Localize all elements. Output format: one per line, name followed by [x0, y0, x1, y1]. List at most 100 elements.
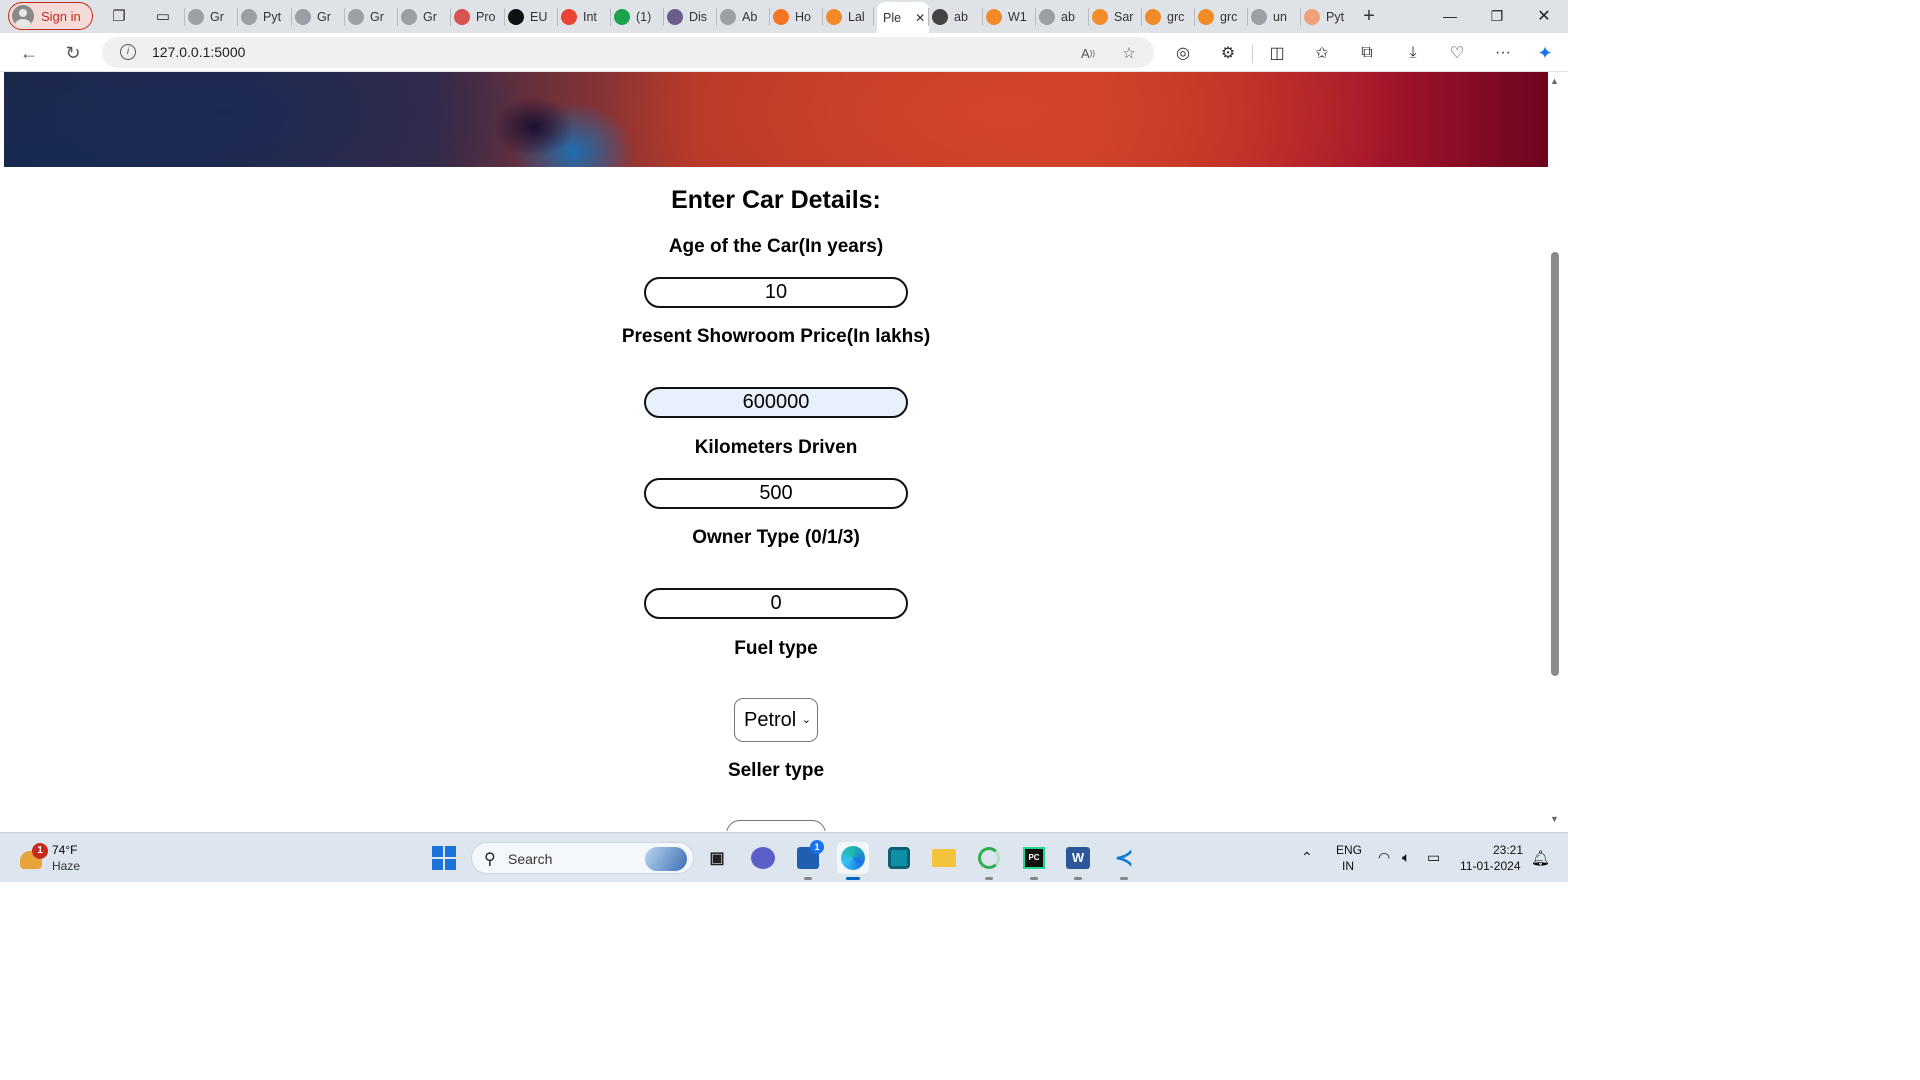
- browser-tab-active[interactable]: Ple ✕: [877, 2, 929, 33]
- fuel-type-select[interactable]: Petrol ⌄: [734, 698, 818, 742]
- browser-tab[interactable]: (1): [614, 4, 666, 30]
- address-bar[interactable]: i 127.0.0.1:5000 A)) ☆: [102, 37, 1154, 68]
- back-button[interactable]: ←: [16, 40, 42, 66]
- file-explorer-icon[interactable]: [928, 842, 960, 874]
- minimize-button[interactable]: —: [1427, 4, 1473, 28]
- edge-browser-icon[interactable]: [837, 842, 869, 880]
- sign-in-label: Sign in: [41, 8, 81, 24]
- url-text[interactable]: 127.0.0.1:5000: [152, 44, 245, 60]
- kilometers-input[interactable]: 500: [644, 478, 908, 509]
- clock-date[interactable]: 11-01-2024: [1460, 859, 1521, 873]
- taskbar-search-box[interactable]: ⚲ Search: [471, 842, 694, 874]
- tab-separator: [1194, 8, 1195, 26]
- weather-badge: 1: [32, 843, 48, 859]
- refresh-button[interactable]: ↻: [60, 40, 86, 66]
- price-label: Present Showroom Price(In lakhs): [621, 326, 931, 347]
- show-hidden-icons-chevron-icon[interactable]: ⌃: [1301, 849, 1313, 866]
- teams-chat-icon[interactable]: [747, 842, 779, 874]
- tab-actions-icon[interactable]: ▭: [152, 5, 174, 27]
- close-tab-icon[interactable]: ✕: [915, 11, 925, 25]
- downloads-icon[interactable]: ⤓: [1401, 41, 1425, 65]
- language-top[interactable]: ENG: [1336, 843, 1362, 857]
- site-info-icon[interactable]: i: [120, 44, 136, 60]
- browser-tab[interactable]: un: [1251, 4, 1303, 30]
- browser-tab[interactable]: ab: [932, 4, 985, 30]
- copilot-icon[interactable]: ✦: [1533, 41, 1557, 65]
- pycharm-icon[interactable]: PC: [1018, 842, 1050, 880]
- browser-tab[interactable]: W1: [986, 4, 1038, 30]
- browser-tab[interactable]: Pro: [454, 4, 506, 30]
- browser-tab[interactable]: grc: [1198, 4, 1250, 30]
- performance-icon[interactable]: ♡: [1445, 41, 1469, 65]
- language-bottom[interactable]: IN: [1342, 859, 1354, 873]
- loading-app-icon[interactable]: [973, 842, 1005, 880]
- toolbar-divider: [1252, 45, 1253, 63]
- split-screen-icon[interactable]: ◫: [1265, 41, 1289, 65]
- browser-tab[interactable]: Pyt: [1304, 4, 1350, 30]
- read-aloud-icon[interactable]: A)): [1077, 42, 1099, 64]
- browser-tab[interactable]: Dis: [667, 4, 719, 30]
- workspaces-icon[interactable]: ❐: [108, 5, 130, 27]
- age-input[interactable]: 10: [644, 277, 908, 308]
- battery-icon[interactable]: ▭: [1427, 849, 1440, 866]
- owner-type-input[interactable]: 0: [644, 588, 908, 619]
- tab-separator: [822, 8, 823, 26]
- search-icon: ⚲: [484, 851, 496, 868]
- start-button[interactable]: [428, 842, 460, 874]
- tab-favicon-icon: [295, 9, 311, 25]
- weather-widget[interactable]: 1 74°F Haze: [18, 841, 108, 875]
- tab-favicon-icon: [932, 9, 948, 25]
- tab-separator: [610, 8, 611, 26]
- scroll-up-arrow-icon[interactable]: ▲: [1550, 76, 1559, 86]
- sign-in-button[interactable]: Sign in: [8, 2, 93, 30]
- tab-favicon-icon: [1145, 9, 1161, 25]
- task-view-icon[interactable]: ▣: [701, 842, 733, 874]
- volume-icon[interactable]: 🔈︎: [1402, 849, 1410, 866]
- tab-separator: [184, 8, 185, 26]
- browser-tab[interactable]: ab: [1039, 4, 1091, 30]
- close-window-button[interactable]: ✕: [1521, 4, 1567, 28]
- new-tab-button[interactable]: +: [1358, 5, 1380, 27]
- tab-favicon-icon: [667, 9, 683, 25]
- browser-tab[interactable]: Gr: [188, 4, 240, 30]
- kilometers-label: Kilometers Driven: [694, 437, 858, 458]
- settings-more-icon[interactable]: ···: [1491, 41, 1515, 65]
- tab-favicon-icon: [773, 9, 789, 25]
- browser-tab[interactable]: Int: [561, 4, 613, 30]
- extensions-icon[interactable]: ⚙: [1216, 41, 1240, 65]
- browser-tab[interactable]: Gr: [295, 4, 347, 30]
- running-indicator: [804, 877, 812, 880]
- wifi-icon[interactable]: ◠: [1378, 849, 1390, 866]
- browser-tab[interactable]: Ho: [773, 4, 825, 30]
- tab-favicon-icon: [826, 9, 842, 25]
- browser-essentials-icon[interactable]: ◎: [1171, 41, 1195, 65]
- tab-favicon-icon: [720, 9, 736, 25]
- scroll-down-arrow-icon[interactable]: ▼: [1550, 814, 1559, 824]
- clock-time[interactable]: 23:21: [1493, 843, 1523, 857]
- restore-button[interactable]: ❐: [1474, 4, 1520, 28]
- tab-favicon-icon: [348, 9, 364, 25]
- page-scrollbar[interactable]: ▲ ▼: [1549, 72, 1568, 831]
- seller-type-select[interactable]: [726, 820, 826, 831]
- scrollbar-thumb[interactable]: [1551, 252, 1559, 676]
- vscode-icon[interactable]: ≺: [1108, 842, 1140, 880]
- favorite-star-icon[interactable]: ☆: [1118, 42, 1140, 64]
- cortana-app-icon[interactable]: [883, 842, 915, 874]
- browser-tab[interactable]: Gr: [348, 4, 400, 30]
- tab-label: grc: [1220, 10, 1238, 24]
- price-input[interactable]: 600000: [644, 387, 908, 418]
- browser-tab[interactable]: Lal: [826, 4, 876, 30]
- store-icon[interactable]: 1: [792, 840, 824, 880]
- browser-tab[interactable]: Pyt: [241, 4, 293, 30]
- tab-separator: [344, 8, 345, 26]
- notification-bell-icon[interactable]: 🔔︎: [1531, 849, 1550, 867]
- browser-tab[interactable]: Ab: [720, 4, 772, 30]
- browser-tab[interactable]: Sar: [1092, 4, 1144, 30]
- word-icon[interactable]: W: [1062, 842, 1094, 880]
- collections-icon[interactable]: ⧉: [1355, 41, 1379, 65]
- browser-tab[interactable]: grc: [1145, 4, 1197, 30]
- favorites-icon[interactable]: ✩: [1310, 41, 1334, 65]
- browser-tab[interactable]: EU: [508, 4, 560, 30]
- browser-tab[interactable]: Gr: [401, 4, 453, 30]
- tab-separator: [769, 8, 770, 26]
